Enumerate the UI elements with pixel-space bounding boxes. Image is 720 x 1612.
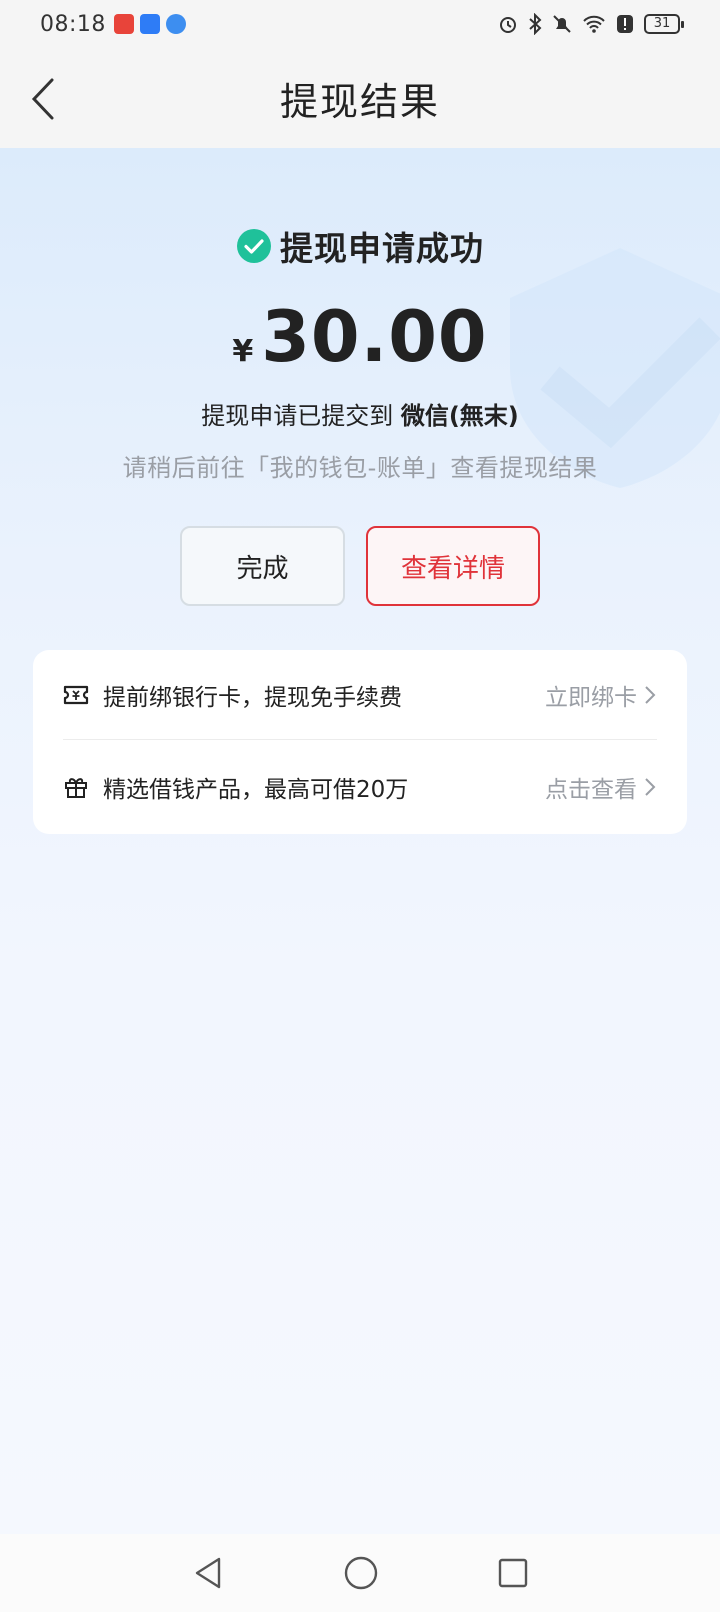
promo-card: 提前绑银行卡，提现免手续费 立即绑卡 精选借钱产品，最高可借20万 点击查看 [33,650,687,834]
promo-row-loan[interactable]: 精选借钱产品，最高可借20万 点击查看 [63,742,657,832]
promo-text: 精选借钱产品，最高可借20万 [103,777,409,803]
home-circle-icon[interactable] [343,1555,379,1591]
status-right-icons: 31 [498,13,684,35]
recents-square-icon[interactable] [497,1557,529,1589]
submitted-prefix: 提现申请已提交到 [201,402,401,430]
submitted-account: 微信(無末) [400,402,519,430]
back-button[interactable] [26,74,62,124]
status-bar: 08:18 31 [0,0,720,48]
promo-row-bind-card[interactable]: 提前绑银行卡，提现免手续费 立即绑卡 [63,650,657,740]
status-app-icons [113,14,186,34]
result-content: 提现申请成功 ¥ 30.00 提现申请已提交到 微信(無末) 请稍后前往「我的钱… [0,148,720,1534]
app-icon-red [113,14,134,34]
submitted-line: 提现申请已提交到 微信(無末) [0,396,720,431]
chevron-left-icon [31,78,54,120]
battery-icon: 31 [644,14,684,34]
check-circle-icon [237,229,271,263]
hint-text: 请稍后前往「我的钱包-账单」查看提现结果 [122,454,598,482]
withdraw-amount: 30.00 [261,296,488,378]
bluetooth-icon [529,13,542,35]
promo-action-label: 立即绑卡 [545,684,637,711]
promo-action-label: 点击查看 [545,777,637,803]
success-row: 提现申请成功 [0,222,720,270]
mute-icon [553,15,571,33]
app-icon-blue [139,14,160,34]
alert-icon [617,15,633,33]
nav-bar: 提现结果 [0,48,720,148]
gift-icon [65,778,87,798]
status-time: 08:18 [40,11,106,37]
amount-row: ¥ 30.00 [0,296,720,378]
system-nav-bar [0,1534,720,1612]
success-text: 提现申请成功 [280,229,484,268]
ticket-icon [63,685,89,704]
promo-action[interactable]: 点击查看 [545,770,657,804]
wifi-icon [583,15,605,33]
alarm-icon [500,17,516,33]
back-triangle-icon[interactable] [191,1555,225,1591]
promo-action[interactable]: 立即绑卡 [545,678,657,712]
app-icon-globe [165,14,186,34]
page-title: 提现结果 [279,79,440,124]
view-details-button[interactable]: 查看详情 [366,526,540,606]
chevron-right-icon [645,778,656,796]
currency-symbol: ¥ [232,334,254,369]
promo-text: 提前绑银行卡，提现免手续费 [103,684,402,711]
chevron-right-icon [645,685,656,704]
done-button[interactable]: 完成 [180,526,345,606]
